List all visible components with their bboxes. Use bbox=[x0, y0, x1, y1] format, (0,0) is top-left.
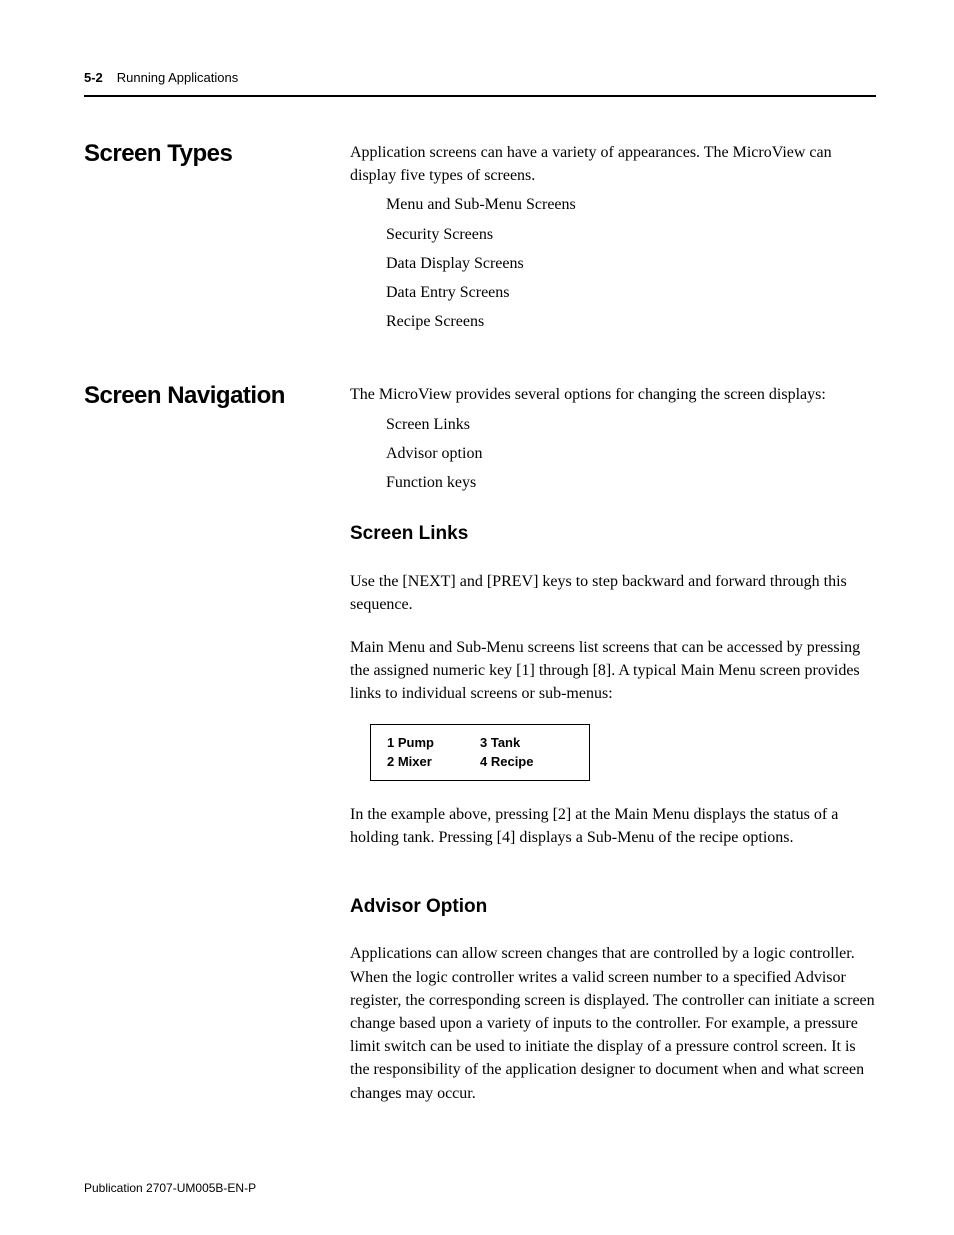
paragraph: Applications can allow screen changes th… bbox=[350, 942, 876, 1104]
list-item: Advisor option bbox=[386, 442, 876, 465]
intro-paragraph: Application screens can have a variety o… bbox=[350, 141, 876, 187]
section-screen-types: Screen Types Application screens can hav… bbox=[84, 141, 876, 339]
running-header: 5-2 Running Applications bbox=[84, 70, 876, 85]
list-item: Data Entry Screens bbox=[386, 281, 876, 304]
list-item: Screen Links bbox=[386, 413, 876, 436]
footer-publication: Publication 2707-UM005B-EN-P bbox=[84, 1181, 256, 1195]
heading-screen-navigation: Screen Navigation bbox=[84, 383, 350, 409]
list-item: Function keys bbox=[386, 471, 876, 494]
menu-col-1: 1 Pump 2 Mixer bbox=[387, 733, 480, 772]
section-heading-col: Screen Types bbox=[84, 141, 350, 167]
list-item: Menu and Sub-Menu Screens bbox=[386, 193, 876, 216]
menu-example-box: 1 Pump 2 Mixer 3 Tank 4 Recipe bbox=[370, 724, 590, 781]
paragraph: Use the [NEXT] and [PREV] keys to step b… bbox=[350, 570, 876, 616]
menu-item: 2 Mixer bbox=[387, 752, 480, 772]
paragraph: Main Menu and Sub-Menu screens list scre… bbox=[350, 636, 876, 706]
section-screen-navigation: Screen Navigation The MicroView provides… bbox=[84, 383, 876, 1110]
section-body: Application screens can have a variety o… bbox=[350, 141, 876, 339]
list-item: Security Screens bbox=[386, 223, 876, 246]
section-body: The MicroView provides several options f… bbox=[350, 383, 876, 1110]
page-number: 5-2 bbox=[84, 70, 103, 85]
header-rule bbox=[84, 95, 876, 97]
nav-options-list: Screen Links Advisor option Function key… bbox=[350, 413, 876, 495]
menu-item: 4 Recipe bbox=[480, 752, 573, 772]
heading-screen-types: Screen Types bbox=[84, 141, 350, 167]
subheading-advisor-option: Advisor Option bbox=[350, 893, 876, 921]
screen-types-list: Menu and Sub-Menu Screens Security Scree… bbox=[350, 193, 876, 333]
menu-col-2: 3 Tank 4 Recipe bbox=[480, 733, 573, 772]
list-item: Data Display Screens bbox=[386, 252, 876, 275]
subheading-screen-links: Screen Links bbox=[350, 520, 876, 548]
section-heading-col: Screen Navigation bbox=[84, 383, 350, 409]
chapter-title: Running Applications bbox=[117, 70, 238, 85]
list-item: Recipe Screens bbox=[386, 310, 876, 333]
menu-item: 3 Tank bbox=[480, 733, 573, 753]
intro-paragraph: The MicroView provides several options f… bbox=[350, 383, 876, 406]
menu-item: 1 Pump bbox=[387, 733, 480, 753]
page: 5-2 Running Applications Screen Types Ap… bbox=[0, 0, 954, 1235]
paragraph: In the example above, pressing [2] at th… bbox=[350, 803, 876, 849]
